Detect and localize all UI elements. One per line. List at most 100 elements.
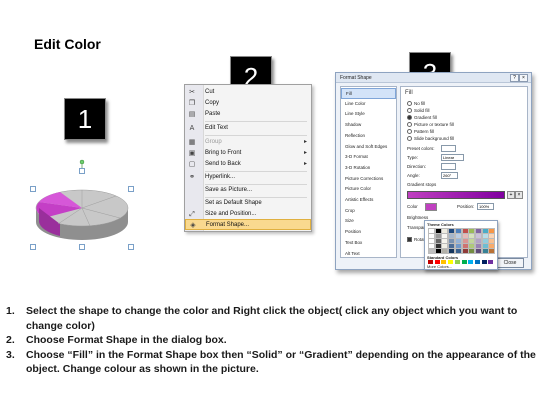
instruction-item: 1. Select the shape to change the color a… (6, 304, 554, 333)
color-popup: Theme Colors Standard Colors More Colors… (424, 220, 498, 270)
selection-handle[interactable] (30, 244, 36, 250)
category-shadow[interactable]: Shadow (341, 120, 396, 131)
category-3d-format[interactable]: 3-D Format (341, 152, 396, 163)
more-colors-link[interactable]: More Colors... (427, 264, 452, 269)
standard-color-swatch[interactable] (481, 260, 487, 264)
fill-option-gradient[interactable]: Gradient fill (407, 115, 437, 121)
menu-item-label: Hyperlink... (205, 174, 236, 180)
gradient-stops-label: Gradient stops (407, 182, 437, 187)
page-title: Edit Color (34, 36, 101, 52)
paste-icon: ▤ (188, 111, 196, 118)
standard-color-swatch[interactable] (474, 260, 480, 264)
selection-handle[interactable] (30, 186, 36, 192)
category-reflection[interactable]: Reflection (341, 131, 396, 142)
dialog-title: Format Shape (340, 75, 372, 81)
category-glow[interactable]: Glow and Soft Edges (341, 142, 396, 153)
angle-input[interactable]: 260° (441, 172, 458, 179)
fill-option-slide-background[interactable]: Slide background fill (407, 136, 455, 142)
preset-colors-label: Preset colors: (407, 146, 435, 151)
preset-colors-dropdown[interactable] (441, 145, 456, 152)
scissors-icon: ✂ (189, 89, 195, 96)
hyperlink-icon: ⚭ (189, 174, 195, 181)
format-shape-icon: ◈ (190, 222, 196, 229)
menu-item-save-as-picture[interactable]: Save as Picture... (185, 185, 311, 196)
standard-color-swatch[interactable] (461, 260, 467, 264)
category-picture-corrections[interactable]: Picture Corrections (341, 174, 396, 185)
standard-color-swatch[interactable] (468, 260, 474, 264)
menu-item-label: Send to Back (205, 161, 241, 167)
menu-item-hyperlink[interactable]: ⚭ Hyperlink... (185, 172, 311, 183)
radio-icon (407, 129, 412, 135)
pie-shape[interactable] (30, 158, 134, 252)
category-artistic-effects[interactable]: Artistic Effects (341, 195, 396, 206)
radio-selected-icon (407, 115, 412, 121)
gradient-stops-bar[interactable] (407, 191, 505, 199)
instruction-item: 3. Choose “Fill” in the Format Shape box … (6, 348, 554, 377)
menu-item-bring-to-front[interactable]: ▣ Bring to Front ▸ (185, 148, 311, 159)
step-badge-1: 1 (64, 98, 106, 140)
fill-option-picture[interactable]: Picture or texture fill (407, 122, 454, 128)
selection-handle[interactable] (79, 168, 85, 174)
category-position[interactable]: Position (341, 227, 396, 238)
selection-handle[interactable] (128, 244, 134, 250)
direction-label: Direction: (407, 164, 427, 169)
add-stop-icon[interactable]: + (507, 191, 515, 199)
menu-item-paste[interactable]: ▤ Paste (185, 109, 311, 120)
bring-front-icon: ▣ (188, 150, 196, 157)
menu-item-edit-text[interactable]: A Edit Text (185, 123, 311, 134)
close-button[interactable]: Close (496, 258, 524, 268)
color-picker-button[interactable] (425, 203, 437, 211)
category-crop[interactable]: Crop (341, 206, 396, 217)
standard-color-swatch[interactable] (488, 260, 494, 264)
menu-item-set-default-shape[interactable]: Set as Default Shape (185, 198, 311, 209)
fill-option-solid[interactable]: Solid fill (407, 108, 430, 114)
category-3d-rotation[interactable]: 3-D Rotation (341, 163, 396, 174)
theme-colors-title: Theme Colors (427, 222, 454, 227)
direction-dropdown[interactable] (441, 163, 456, 170)
category-picture-color[interactable]: Picture Color (341, 184, 396, 195)
help-icon[interactable]: ? (510, 74, 519, 82)
category-size[interactable]: Size (341, 216, 396, 227)
position-label: Position: (457, 204, 475, 209)
instruction-item: 2. Choose Format Shape in the dialog box. (6, 333, 554, 348)
category-line-style[interactable]: Line Style (341, 109, 396, 120)
standard-color-swatch[interactable] (454, 260, 460, 264)
menu-item-label: Save as Picture... (205, 187, 253, 193)
type-dropdown[interactable]: Linear (441, 154, 464, 161)
position-input[interactable]: 100% (477, 203, 494, 210)
fill-option-pattern[interactable]: Pattern fill (407, 129, 434, 135)
category-alt-text[interactable]: Alt Text (341, 249, 396, 260)
edit-text-icon: A (189, 125, 195, 132)
color-swatch[interactable] (488, 248, 496, 254)
instruction-number: 3. (6, 348, 15, 361)
selection-handle[interactable] (79, 244, 85, 250)
menu-item-format-shape[interactable]: ◈ Format Shape... (185, 219, 311, 230)
category-line-color[interactable]: Line Color (341, 99, 396, 110)
radio-icon (407, 122, 412, 128)
menu-item-copy[interactable]: ❐ Copy (185, 98, 311, 109)
menu-item-label: Group (205, 139, 222, 145)
category-list: Fill Line Color Line Style Shadow Reflec… (340, 86, 397, 258)
option-label: Slide background fill (414, 136, 455, 141)
fill-option-no-fill[interactable]: No fill (407, 101, 425, 107)
menu-item-label: Copy (205, 100, 220, 106)
remove-stop-icon[interactable]: × (515, 191, 523, 199)
close-icon[interactable]: × (519, 74, 528, 82)
menu-item-group[interactable]: ▦ Group ▸ (185, 137, 311, 148)
radio-icon (407, 108, 412, 114)
menu-item-cut[interactable]: ✂ Cut (185, 87, 311, 98)
type-label: Type: (407, 155, 419, 160)
pane-title: Fill (405, 90, 413, 96)
menu-item-label: Bring to Front (205, 150, 242, 156)
menu-item-send-to-back[interactable]: ▢ Send to Back ▸ (185, 159, 311, 170)
menu-item-label: Cut (205, 89, 215, 95)
menu-item-label: Edit Text (205, 125, 228, 131)
selection-handle[interactable] (128, 186, 134, 192)
dialog-titlebar: Format Shape ? × (336, 73, 531, 83)
submenu-arrow-icon: ▸ (303, 139, 307, 145)
category-fill[interactable]: Fill (341, 88, 396, 99)
category-text-box[interactable]: Text Box (341, 238, 396, 249)
size-icon: ⤢ (189, 211, 195, 218)
instruction-text: Choose Format Shape in the dialog box. (26, 334, 227, 346)
submenu-arrow-icon: ▸ (303, 161, 307, 167)
